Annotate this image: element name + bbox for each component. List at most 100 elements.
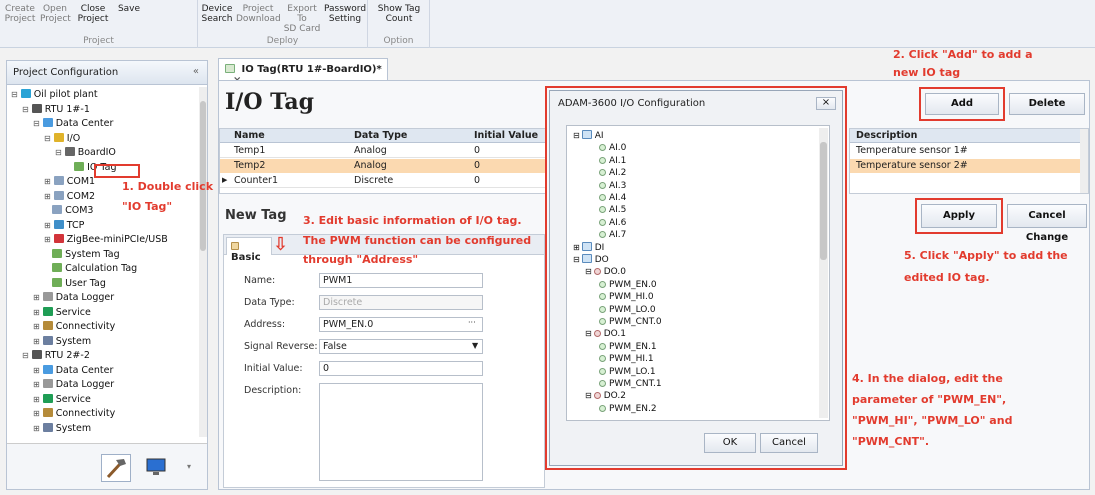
dialog-scrollbar[interactable] xyxy=(819,128,828,418)
table-row[interactable]: ▶ Counter1 Discrete 0 xyxy=(220,174,546,188)
expand-toggle-icon[interactable] xyxy=(66,163,71,172)
io-tree-item[interactable]: PWM_EN.1 xyxy=(597,341,657,352)
io-tree-item[interactable]: PWM_EN.0 xyxy=(597,279,657,290)
chevron-down-icon[interactable]: ▾ xyxy=(187,462,191,471)
save-button[interactable]: Save xyxy=(114,4,144,14)
tree-item[interactable]: ⊞ Data Logger xyxy=(33,292,114,304)
column-header[interactable]: Initial Value xyxy=(470,129,538,143)
address-input[interactable]: PWM_EN.0 xyxy=(319,317,483,332)
io-tree-item[interactable]: ⊟ AI xyxy=(573,130,604,141)
password-setting-button[interactable]: Password Setting xyxy=(324,4,366,24)
expand-toggle-icon[interactable]: ⊟ xyxy=(55,148,62,157)
column-header[interactable]: Description xyxy=(852,129,917,143)
io-tree-item[interactable]: AI.1 xyxy=(597,155,626,166)
dialog-close-button[interactable]: × xyxy=(816,97,836,110)
io-tree-item[interactable]: AI.5 xyxy=(597,204,626,215)
expand-toggle-icon[interactable]: ⊞ xyxy=(33,322,40,331)
tree-item[interactable]: ⊞ Service xyxy=(33,393,91,406)
tree-item[interactable]: Calculation Tag xyxy=(44,263,137,275)
tree-item[interactable]: ⊞ System xyxy=(33,335,91,348)
description-input[interactable] xyxy=(319,383,483,481)
expand-toggle-icon[interactable]: ⊟ xyxy=(585,391,592,400)
io-tree-item[interactable]: PWM_HI.1 xyxy=(597,353,654,364)
expand-toggle-icon[interactable]: ⊟ xyxy=(11,90,18,99)
ok-button[interactable]: OK xyxy=(704,433,756,453)
tree-item[interactable]: ⊞ ZigBee-miniPCIe/USB xyxy=(44,234,168,246)
tree-item[interactable]: ⊟ I/O xyxy=(44,132,80,145)
tree-item[interactable]: ⊞ TCP xyxy=(44,219,84,232)
delete-button[interactable]: Delete xyxy=(1009,93,1085,115)
table-scrollbar[interactable] xyxy=(1080,129,1088,193)
tree-item[interactable]: User Tag xyxy=(44,277,106,290)
tree-item[interactable]: ⊞ Data Center xyxy=(33,364,113,377)
tree-item[interactable]: System Tag xyxy=(44,248,120,261)
table-row[interactable]: Temp1 Analog 0 xyxy=(220,144,546,158)
name-input[interactable]: PWM1 xyxy=(319,273,483,288)
initial-value-input[interactable]: 0 xyxy=(319,361,483,376)
expand-toggle-icon[interactable]: ⊞ xyxy=(33,409,40,418)
io-tree-item[interactable]: ⊟ DO xyxy=(573,254,609,265)
io-tree-item[interactable]: PWM_HI.0 xyxy=(597,291,654,302)
tree-item[interactable]: ⊞ Service xyxy=(33,306,91,319)
expand-toggle-icon[interactable]: ⊞ xyxy=(44,177,51,186)
cancel-button[interactable]: Cancel xyxy=(760,433,818,453)
io-tree-item[interactable]: PWM_LO.0 xyxy=(597,304,656,315)
io-tree-item[interactable]: AI.7 xyxy=(597,229,626,240)
tree-item[interactable]: ⊞ COM1 xyxy=(44,176,95,188)
column-header[interactable]: Name xyxy=(230,129,265,143)
collapse-icon[interactable]: « xyxy=(193,66,199,77)
io-tree-item[interactable]: PWM_CNT.0 xyxy=(597,316,662,327)
io-tree-item[interactable]: PWM_EN.2 xyxy=(597,403,657,414)
expand-toggle-icon[interactable]: ⊟ xyxy=(33,119,40,128)
create-project-button[interactable]: Create Project xyxy=(2,4,38,24)
hammer-icon[interactable] xyxy=(101,454,131,482)
expand-toggle-icon[interactable]: ⊞ xyxy=(44,221,51,230)
expand-toggle-icon[interactable]: ⊞ xyxy=(33,366,40,375)
expand-toggle-icon[interactable] xyxy=(44,206,49,215)
tree-item[interactable]: ⊞ Connectivity xyxy=(33,408,115,420)
tree-scrollbar[interactable] xyxy=(199,87,207,437)
expand-toggle-icon[interactable]: ⊞ xyxy=(33,380,40,389)
io-tree-item[interactable]: ⊟ DO.0 xyxy=(585,266,626,277)
show-tag-count-button[interactable]: Show Tag Count xyxy=(372,4,426,24)
project-download-button[interactable]: Project Download xyxy=(236,4,281,24)
expand-toggle-icon[interactable]: ⊟ xyxy=(22,105,29,114)
expand-toggle-icon[interactable]: ⊞ xyxy=(33,337,40,346)
expand-toggle-icon[interactable]: ⊟ xyxy=(573,131,580,140)
address-browse-button[interactable]: ··· xyxy=(468,318,476,327)
tree-item[interactable]: ⊟ RTU 2#-2 xyxy=(22,350,90,362)
io-tree-item[interactable]: PWM_CNT.1 xyxy=(597,378,662,389)
export-sd-card-button[interactable]: Export To SD Card xyxy=(282,4,322,34)
expand-toggle-icon[interactable]: ⊞ xyxy=(33,293,40,302)
column-header[interactable]: Data Type xyxy=(350,129,407,143)
expand-toggle-icon[interactable]: ⊟ xyxy=(585,329,592,338)
io-tree-item[interactable]: ⊞ DI xyxy=(573,241,604,253)
io-tree-item[interactable]: AI.3 xyxy=(597,180,626,191)
tree-item[interactable]: ⊟ Data Center xyxy=(33,118,113,130)
io-tree-item[interactable]: AI.4 xyxy=(597,192,626,203)
tree-item[interactable]: ⊟ RTU 1#-1 xyxy=(22,103,90,116)
tab-io-tag[interactable]: IO Tag(RTU 1#-BoardIO)* × xyxy=(218,58,388,86)
expand-toggle-icon[interactable]: ⊟ xyxy=(22,351,29,360)
tab-basic[interactable]: Basic xyxy=(226,237,272,263)
close-project-button[interactable]: Close Project xyxy=(74,4,112,24)
expand-toggle-icon[interactable]: ⊞ xyxy=(44,235,51,244)
expand-toggle-icon[interactable]: ⊞ xyxy=(33,424,40,433)
expand-toggle-icon[interactable] xyxy=(44,279,49,288)
expand-toggle-icon[interactable]: ⊟ xyxy=(44,134,51,143)
expand-toggle-icon[interactable] xyxy=(44,264,49,273)
expand-toggle-icon[interactable]: ⊞ xyxy=(44,192,51,201)
expand-toggle-icon[interactable]: ⊞ xyxy=(573,243,580,252)
io-tree-item[interactable]: PWM_LO.1 xyxy=(597,366,656,377)
io-tree-item[interactable]: ⊟ DO.2 xyxy=(585,390,626,401)
chevron-down-icon[interactable]: ▼ xyxy=(472,341,478,350)
tree-item[interactable]: ⊞ COM2 xyxy=(44,190,95,203)
io-tree-item[interactable]: AI.2 xyxy=(597,167,626,178)
expand-toggle-icon[interactable]: ⊟ xyxy=(585,267,592,276)
expand-toggle-icon[interactable]: ⊞ xyxy=(33,308,40,317)
tree-item[interactable]: ⊟ Oil pilot plant xyxy=(11,89,98,101)
tree-item[interactable]: ⊞ Data Logger xyxy=(33,379,114,391)
open-project-button[interactable]: Open Project xyxy=(40,4,71,24)
monitor-icon[interactable] xyxy=(145,456,167,478)
expand-toggle-icon[interactable]: ⊟ xyxy=(573,255,580,264)
